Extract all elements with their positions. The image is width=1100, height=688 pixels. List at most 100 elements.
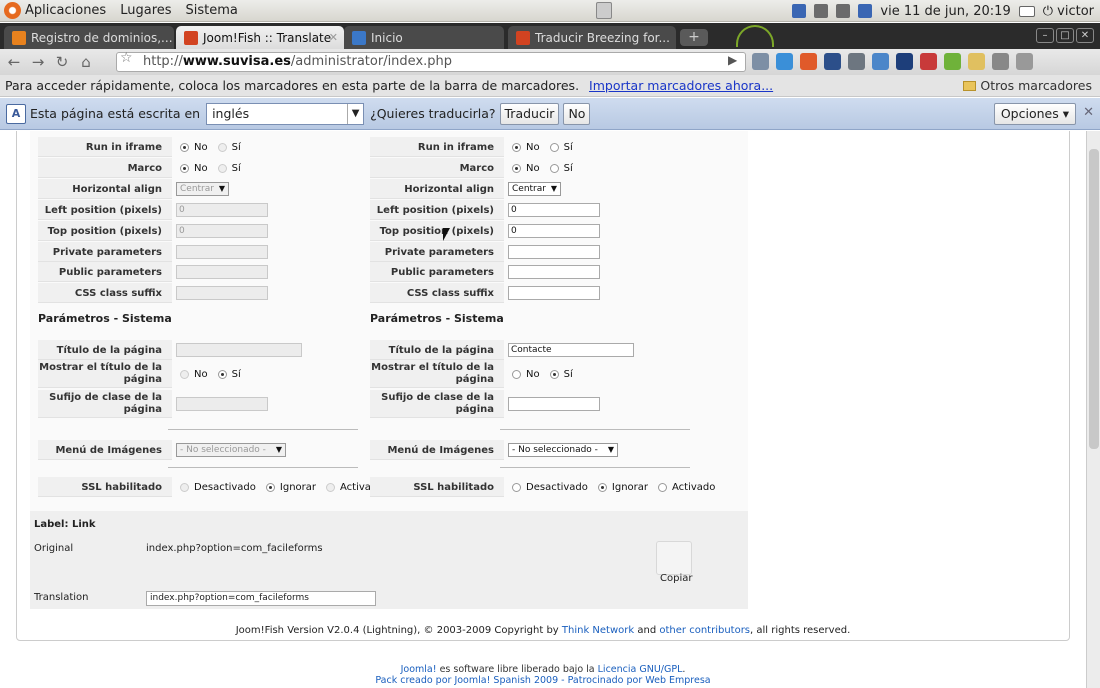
extension-icon[interactable] [824,53,841,70]
think-network-link[interactable]: Think Network [562,625,634,636]
public-params-input[interactable] [176,265,268,279]
dropbox-icon[interactable] [776,53,793,70]
param-value [176,245,268,259]
horizontal-align-select[interactable]: Centrar ▼ [508,182,561,196]
radio-ignore[interactable] [597,482,607,492]
css-suffix-input[interactable] [508,286,600,300]
license-link[interactable]: Licencia GNU/GPL [598,664,683,675]
clipboard-icon[interactable] [596,2,612,19]
copy-label[interactable]: Copiar [660,573,692,584]
radio-ignore[interactable] [265,482,275,492]
menu-sistema[interactable]: Sistema [186,3,238,18]
extension-icon[interactable] [968,53,985,70]
radio-off[interactable] [512,482,521,492]
radio-no[interactable] [180,369,189,379]
forward-button[interactable]: → [28,52,48,72]
translate-button[interactable]: Traducir [499,102,560,125]
menu-lugares[interactable]: Lugares [120,3,171,18]
page-scrollbar[interactable] [1086,131,1100,688]
radio-no[interactable] [512,369,521,379]
top-pos-input[interactable]: 0 [176,224,268,238]
menu-aplicaciones[interactable]: Aplicaciones [4,2,106,19]
radio-on[interactable] [326,482,336,492]
mail-icon[interactable] [1018,5,1035,17]
tab-registro[interactable]: Registro de dominios,... [4,26,174,49]
radio-no[interactable] [512,142,521,152]
new-tab-button[interactable]: + [680,29,708,46]
radio-si[interactable] [549,142,559,152]
tab-inicio[interactable]: Inicio [344,26,504,49]
left-pos-input[interactable]: 0 [176,203,268,217]
radio-si[interactable] [217,369,227,379]
close-infobar-icon[interactable]: ✕ [1083,105,1094,120]
import-bookmarks-link[interactable]: Importar marcadores ahora... [589,78,773,93]
no-translate-button[interactable]: No [563,102,591,125]
back-button[interactable]: ← [4,52,24,72]
private-params-input[interactable] [508,245,600,259]
clock[interactable]: vie 11 de jun, 20:19 [880,4,1010,19]
close-window-button[interactable]: ✕ [1076,28,1094,43]
reload-button[interactable]: ↻ [52,52,72,72]
public-params-input[interactable] [508,265,600,279]
gmail-icon[interactable] [848,53,865,70]
radio-si[interactable] [549,369,559,379]
footer-pack-link[interactable]: Pack creado por Joomla! Spanish 2009 - P… [375,675,710,686]
page-title-input[interactable] [176,343,302,357]
radio-no[interactable] [180,163,189,173]
minimize-button[interactable]: – [1036,28,1054,43]
left-pos-input[interactable]: 0 [508,203,600,217]
bookmark-star-icon[interactable]: ☆ [120,50,133,66]
top-pos-input[interactable]: 0 [508,224,600,238]
translate-options-button[interactable]: Opciones ▾ [993,103,1076,125]
radio-on[interactable] [658,482,668,492]
maximize-button[interactable]: □ [1056,28,1074,43]
horizontal-align-select[interactable]: Centrar ▼ [176,182,229,196]
extension-icon[interactable] [752,53,769,70]
param-value: Centrar ▼ [176,182,229,196]
copy-button[interactable] [656,541,692,575]
param-label: Título de la página [56,344,162,356]
class-suffix-input[interactable] [176,397,268,411]
wrench-menu-icon[interactable] [1016,53,1033,70]
page-menu-icon[interactable] [992,53,1009,70]
bookmarks-message: Para acceder rápidamente, coloca los mar… [5,78,580,93]
extension-icon[interactable] [920,53,937,70]
update-manager-icon[interactable] [858,4,873,18]
radio-off[interactable] [180,482,189,492]
translate-ext-icon[interactable] [872,53,889,70]
radio-no[interactable] [512,163,521,173]
radio-si[interactable] [549,163,559,173]
css-suffix-input[interactable] [176,286,268,300]
joomla-link[interactable]: Joomla! [401,664,437,675]
go-arrow-icon[interactable]: ▶ [728,53,737,67]
tab-close-icon[interactable]: ✕ [329,31,338,44]
image-menu-select[interactable]: - No seleccionado - ▼ [176,443,286,457]
address-bar[interactable]: http://www.suvisa.es/administrator/index… [116,52,746,72]
language-select[interactable]: inglés ▼ [206,102,365,125]
tab-joomfish[interactable]: Joom!Fish :: Translate ✕ [176,26,344,49]
system-params-title: Parámetros - Sistema [370,312,504,325]
extension-icon[interactable] [896,53,913,70]
other-contributors-link[interactable]: other contributors [659,625,750,636]
bluetooth-icon[interactable] [792,4,807,18]
home-button[interactable]: ⌂ [76,52,96,72]
image-menu-select[interactable]: - No seleccionado - ▼ [508,443,618,457]
wifi-ext-icon[interactable] [944,53,961,70]
radio-si[interactable] [217,163,227,173]
tab-traducir[interactable]: Traducir Breezing for... [508,26,676,49]
radio-no[interactable] [180,142,189,152]
user-menu[interactable]: ⏻ victor [1043,4,1094,19]
android-theme-decoration [736,25,774,47]
translation-input[interactable]: index.php?option=com_facileforms [146,591,376,606]
pdf-icon[interactable] [800,53,817,70]
radio-label-ignore: Ignorar [279,481,317,493]
class-suffix-input[interactable] [508,397,600,411]
page-title-input[interactable]: Contacte [508,343,634,357]
private-params-input[interactable] [176,245,268,259]
footer-period: . [682,664,686,675]
network-signal-icon[interactable] [836,4,851,18]
other-bookmarks[interactable]: Otros marcadores [963,75,1092,97]
radio-si[interactable] [217,142,227,152]
volume-icon[interactable] [814,4,829,18]
scrollbar-thumb[interactable] [1089,149,1099,449]
